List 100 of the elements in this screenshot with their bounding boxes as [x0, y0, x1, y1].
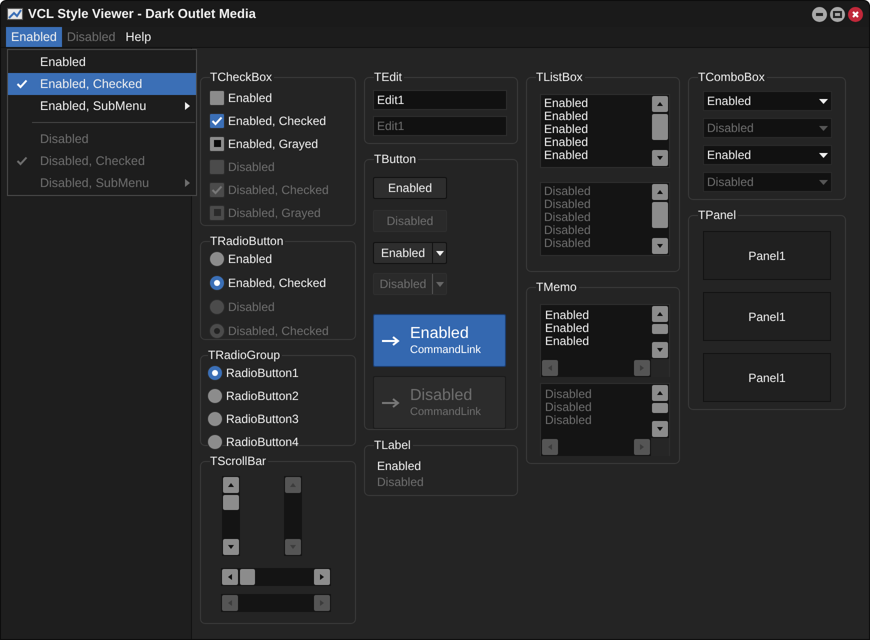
horizontal-scrollbar[interactable] [221, 568, 331, 586]
group-title: TRadioButton [210, 233, 284, 250]
minimize-button[interactable] [812, 6, 827, 22]
group-title: TButton [374, 151, 418, 168]
combo-box[interactable]: Enabled [703, 91, 832, 111]
panel-caption: Panel1 [748, 308, 786, 326]
scroll-down-button[interactable] [223, 539, 239, 555]
checkbox[interactable] [209, 112, 225, 128]
right-arrow-icon [638, 364, 646, 372]
push-button[interactable]: Enabled [373, 177, 447, 199]
caret-icon [819, 126, 828, 130]
submenu-arrow-icon [185, 102, 190, 110]
radio-button[interactable] [207, 434, 223, 450]
up-arrow-icon [656, 310, 664, 318]
memo-line: Enabled [545, 335, 590, 348]
up-arrow-icon [289, 481, 297, 489]
left-arrow-icon [546, 443, 554, 451]
scroll-thumb[interactable] [652, 114, 668, 140]
menu-item[interactable]: Enabled, Checked [8, 73, 196, 95]
app-icon [7, 7, 23, 21]
radio-label: Disabled [228, 299, 275, 316]
right-arrow-icon [382, 398, 400, 408]
menu-item-label: Disabled [40, 130, 89, 148]
radio-label: Disabled, Checked [228, 323, 329, 340]
checkbox[interactable] [209, 90, 225, 106]
memo-line: Disabled [545, 388, 592, 401]
list-item[interactable]: Enabled [544, 123, 588, 136]
scroll-thumb[interactable] [223, 495, 239, 510]
command-link[interactable]: Enabled CommandLink [373, 314, 506, 367]
vertical-scrollbar[interactable] [651, 95, 669, 167]
scroll-right-button[interactable] [314, 569, 330, 585]
checkbox-label: Disabled, Checked [228, 182, 329, 198]
radio-label: RadioButton3 [226, 411, 299, 428]
scroll-left-button[interactable] [222, 569, 238, 585]
radio-button[interactable] [209, 251, 225, 267]
memo-line: Disabled [545, 414, 592, 427]
right-arrow-icon [318, 599, 326, 607]
menu-bar-item[interactable]: Enabled [6, 27, 62, 47]
scroll-thumb[interactable] [240, 569, 255, 585]
group-title: TMemo [536, 279, 578, 296]
scroll-down-button[interactable] [652, 342, 668, 358]
caret-icon [819, 98, 828, 104]
left-arrow-icon [546, 364, 554, 372]
right-arrow-icon [382, 336, 400, 346]
group-title: TPanel [698, 207, 738, 224]
up-arrow-icon [656, 188, 664, 196]
down-arrow-icon [656, 346, 664, 354]
command-link-title: Enabled [410, 326, 470, 342]
check-icon [16, 156, 28, 166]
list-item[interactable]: Enabled [544, 110, 588, 123]
caret-icon [436, 282, 444, 286]
combo-value: Enabled [707, 147, 752, 164]
menu-bar-item[interactable]: Help [120, 27, 156, 47]
close-button[interactable] [848, 6, 863, 22]
list-box[interactable]: Enabled Enabled Enabled Enabled Enabled [540, 94, 670, 168]
label-text: Enabled [377, 458, 422, 474]
window-title: VCL Style Viewer - Dark Outlet Media [28, 5, 256, 24]
vertical-scrollbar[interactable] [651, 305, 669, 359]
caret-icon [436, 250, 444, 256]
vertical-scrollbar[interactable] [222, 476, 240, 556]
close-icon [852, 10, 859, 18]
scroll-down-button[interactable] [652, 150, 668, 166]
combo-value: Disabled [707, 120, 754, 137]
scroll-up-button[interactable] [652, 96, 668, 112]
list-item[interactable]: Enabled [544, 149, 588, 162]
scrollbar-corner [651, 438, 669, 456]
scroll-up-button[interactable] [223, 477, 239, 493]
radio-button[interactable] [207, 388, 223, 404]
text-field[interactable]: Edit1 [373, 90, 507, 110]
down-arrow-icon [656, 154, 664, 162]
up-arrow-icon [227, 481, 235, 489]
left-arrow-icon [226, 599, 234, 607]
caret-icon [819, 152, 828, 158]
memo-line: Enabled [545, 322, 590, 335]
submenu-arrow-icon [185, 179, 190, 187]
scroll-thumb[interactable] [652, 324, 668, 334]
label-text: Disabled [377, 474, 425, 490]
radio-button[interactable] [207, 365, 223, 381]
menu-item[interactable]: Enabled [8, 51, 196, 73]
list-item[interactable]: Enabled [544, 136, 588, 149]
group-title: TEdit [374, 69, 404, 86]
caret-icon [819, 180, 828, 184]
group-title: TListBox [536, 69, 584, 86]
checkbox[interactable] [209, 136, 225, 152]
minimize-icon [816, 12, 823, 16]
memo-line: Enabled [545, 309, 590, 322]
list-item[interactable]: Enabled [544, 97, 588, 110]
radio-button[interactable] [209, 275, 225, 291]
down-arrow-icon [289, 543, 297, 551]
memo-box[interactable]: Enabled Enabled Enabled [540, 304, 670, 377]
combo-box[interactable]: Enabled [703, 145, 832, 165]
command-link-title: Disabled [410, 388, 474, 404]
menu-item[interactable]: Enabled, SubMenu [8, 95, 196, 117]
radio-label: Enabled, Checked [228, 275, 326, 292]
radio-button[interactable] [207, 411, 223, 427]
group-title: TCheckBox [210, 69, 274, 86]
scroll-up-button[interactable] [652, 306, 668, 322]
combo-value: Enabled [707, 93, 752, 110]
radio-label: RadioButton2 [226, 388, 299, 405]
maximize-button[interactable] [830, 6, 845, 22]
